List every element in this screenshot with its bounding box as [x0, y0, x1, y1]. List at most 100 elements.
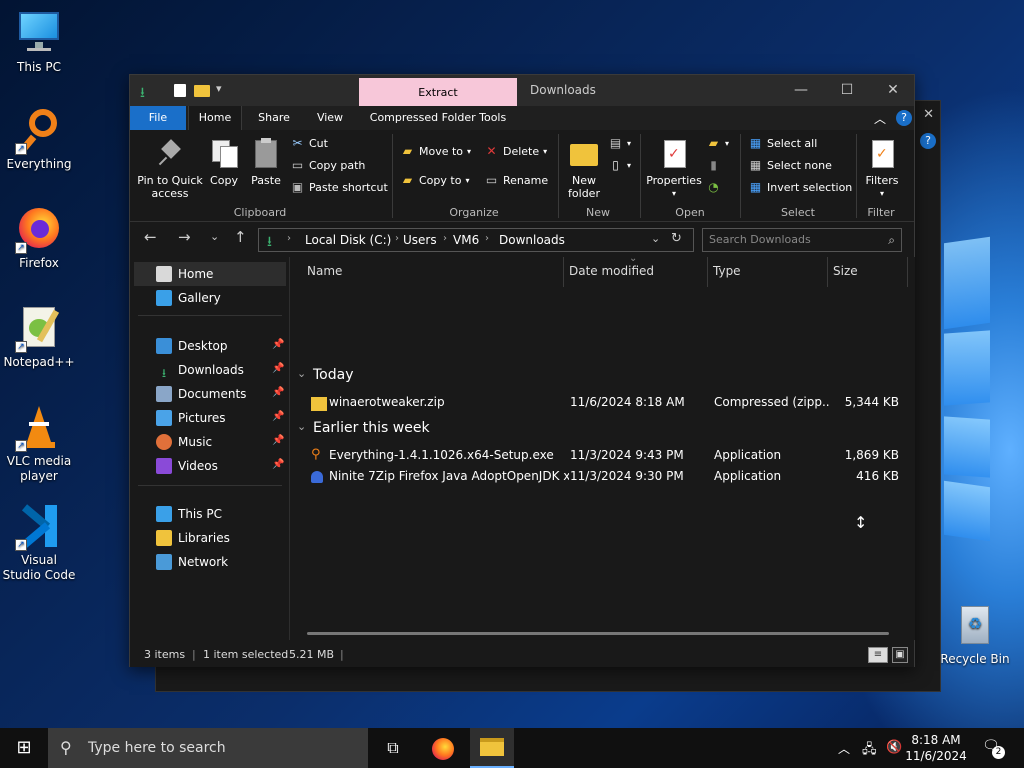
recent-locations-icon[interactable]: ⌄ — [210, 230, 219, 243]
tab-view[interactable]: View — [304, 106, 356, 130]
show-hidden-icons-icon[interactable]: ︿ — [838, 740, 850, 757]
large-icons-view-icon[interactable]: ▣ — [892, 647, 908, 663]
forward-arrow-icon[interactable]: → — [178, 228, 191, 246]
delete-button[interactable]: ✕ Delete ▾ — [484, 144, 547, 159]
back-arrow-icon[interactable]: ← — [144, 228, 157, 246]
column-separator[interactable] — [707, 257, 708, 287]
nav-item-documents[interactable]: Documents — [156, 383, 246, 405]
file-row[interactable]: Ninite 7Zip Firefox Java AdoptOpenJDK x.… — [307, 467, 905, 487]
copy-to-button[interactable]: ▰ Copy to ▾ — [400, 173, 470, 188]
start-button[interactable]: ⊞ — [0, 728, 48, 768]
paste-shortcut-button[interactable]: ▣ Paste shortcut — [290, 180, 388, 195]
customize-quick-access-icon[interactable]: ▾ — [216, 82, 222, 95]
volume-muted-icon[interactable]: 🔇 — [886, 740, 902, 755]
rename-button[interactable]: ▭ Rename — [484, 173, 548, 188]
chevron-down-icon[interactable]: ⌄ — [651, 232, 660, 245]
column-separator[interactable] — [563, 257, 564, 287]
properties-quick-icon[interactable] — [174, 84, 186, 97]
cut-button[interactable]: ✂ Cut — [290, 136, 328, 151]
breadcrumb-users[interactable]: Users — [403, 233, 437, 247]
history-button[interactable]: ◔ — [706, 180, 721, 195]
firefox-taskbar-icon[interactable] — [432, 738, 454, 760]
folder-quick-icon[interactable] — [194, 85, 210, 97]
extract-context-tab[interactable]: Extract — [359, 78, 517, 106]
desktop-icon-everything[interactable]: ↗ Everything — [1, 107, 77, 172]
file-explorer-taskbar-button[interactable] — [470, 728, 514, 768]
desktop-icon-vscode[interactable]: ↗ Visual Studio Code — [1, 503, 77, 583]
nav-item-pictures[interactable]: Pictures — [156, 407, 226, 429]
nav-item-music[interactable]: Music — [156, 431, 212, 453]
action-center-icon[interactable]: 🗨 2 — [982, 738, 1005, 759]
filters-button[interactable]: ✓ Filters ▾ — [860, 138, 904, 200]
horizontal-scrollbar[interactable] — [307, 632, 889, 635]
collapse-ribbon-icon[interactable]: ︿ — [874, 110, 886, 127]
group-header-today[interactable]: Today — [313, 367, 354, 383]
details-view-icon[interactable]: ≡ — [868, 647, 888, 663]
desktop-icon-recycle-bin[interactable]: ♻ Recycle Bin — [937, 602, 1013, 667]
desktop-icon-firefox[interactable]: ↗ Firefox — [1, 206, 77, 271]
tab-home[interactable]: Home — [188, 106, 242, 130]
column-separator[interactable] — [907, 257, 908, 287]
nav-item-network[interactable]: Network — [156, 551, 228, 573]
nav-item-desktop[interactable]: Desktop — [156, 335, 228, 357]
edit-button[interactable]: ▮ — [706, 158, 721, 173]
invert-selection-button[interactable]: ▦ Invert selection — [748, 180, 852, 195]
desktop-icon-notepad-plus-plus[interactable]: ↗ Notepad++ — [1, 305, 77, 370]
pin-icon[interactable]: 📌 — [272, 339, 284, 350]
tab-file[interactable]: File — [130, 106, 186, 130]
close-icon[interactable]: ✕ — [923, 107, 934, 122]
search-input[interactable]: Search Downloads ⌕ — [702, 228, 902, 252]
up-arrow-icon[interactable]: ↑ — [234, 228, 247, 246]
close-button[interactable]: ✕ — [870, 75, 916, 106]
group-collapse-icon[interactable]: ⌄ — [297, 367, 306, 380]
properties-button[interactable]: ✓ Properties ▾ — [644, 138, 704, 200]
easy-access-button[interactable]: ▯ ▾ — [608, 158, 631, 173]
minimize-button[interactable]: — — [778, 75, 824, 106]
column-header-size[interactable]: Size — [833, 257, 858, 285]
pin-icon[interactable]: 📌 — [272, 435, 284, 446]
pin-icon[interactable]: 📌 — [272, 459, 284, 470]
column-separator[interactable] — [827, 257, 828, 287]
tab-share[interactable]: Share — [246, 106, 302, 130]
pin-icon[interactable]: 📌 — [272, 387, 284, 398]
group-header-earlier[interactable]: Earlier this week — [313, 420, 430, 436]
nav-item-gallery[interactable]: Gallery — [156, 287, 221, 309]
select-all-button[interactable]: ▦ Select all — [748, 136, 817, 151]
pin-to-quick-access-button[interactable]: Pin to Quick access — [136, 138, 204, 200]
breadcrumb-local-disk[interactable]: Local Disk (C:) — [305, 233, 391, 247]
network-icon[interactable]: 🖧 — [862, 740, 877, 762]
nav-item-this-pc[interactable]: This PC — [156, 503, 222, 525]
column-header-type[interactable]: Type — [713, 257, 741, 285]
nav-item-libraries[interactable]: Libraries — [156, 527, 230, 549]
tab-compressed-folder-tools[interactable]: Compressed Folder Tools — [362, 106, 514, 130]
move-to-button[interactable]: ▰ Move to ▾ — [400, 144, 471, 159]
open-button[interactable]: ▰ ▾ — [706, 136, 729, 151]
new-folder-button[interactable]: New folder — [562, 138, 606, 200]
new-item-button[interactable]: ▤ ▾ — [608, 136, 631, 151]
column-header-name[interactable]: Name — [307, 257, 342, 285]
breadcrumb-downloads[interactable]: Downloads — [499, 233, 565, 247]
breadcrumb-vm6[interactable]: VM6 — [453, 233, 479, 247]
clock[interactable]: 8:18 AM 11/6/2024 — [904, 732, 968, 764]
desktop-icon-vlc[interactable]: ↗ VLC media player — [1, 404, 77, 484]
help-icon[interactable]: ? — [920, 133, 936, 149]
maximize-button[interactable]: ☐ — [824, 75, 870, 106]
taskbar-search-box[interactable]: ⚲ Type here to search — [48, 728, 368, 768]
nav-item-home[interactable]: Home — [156, 263, 213, 285]
column-header-date[interactable]: Date modified — [569, 257, 654, 285]
group-collapse-icon[interactable]: ⌄ — [297, 420, 306, 433]
select-none-button[interactable]: ▦ Select none — [748, 158, 832, 173]
desktop-icon-this-pc[interactable]: This PC — [1, 10, 77, 75]
address-field[interactable]: ⭳ › Local Disk (C:) › Users › VM6 › Down… — [258, 228, 694, 252]
copy-button[interactable]: Copy — [206, 138, 242, 187]
file-row[interactable]: winaerotweaker.zip 11/6/2024 8:18 AM Com… — [307, 393, 905, 413]
nav-item-videos[interactable]: Videos — [156, 455, 218, 477]
file-row[interactable]: ⚲ Everything-1.4.1.1026.x64-Setup.exe 11… — [307, 446, 905, 466]
paste-button[interactable]: Paste — [246, 138, 286, 187]
help-icon[interactable]: ? — [896, 110, 912, 126]
task-view-icon[interactable]: ⧉ — [380, 728, 406, 768]
copy-path-button[interactable]: ▭ Copy path — [290, 158, 366, 173]
pin-icon[interactable]: 📌 — [272, 411, 284, 422]
refresh-icon[interactable]: ↻ — [671, 231, 682, 246]
nav-item-downloads[interactable]: ⭳ Downloads — [156, 359, 244, 381]
